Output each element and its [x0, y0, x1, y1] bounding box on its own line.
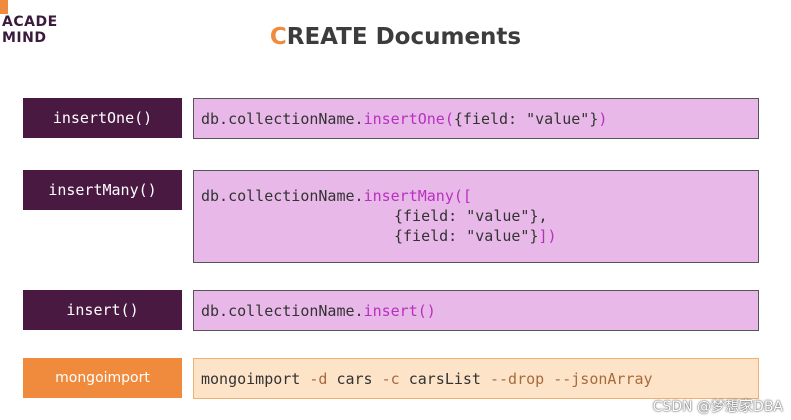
- slide-title: CREATE Documents: [0, 24, 791, 50]
- code-json-flag: --jsonArray: [553, 370, 653, 388]
- code-command: mongoimport: [201, 370, 310, 388]
- code-close: ]): [538, 227, 557, 245]
- code-method: insertMany([: [363, 187, 472, 205]
- code-line-2: {field: "value"},: [201, 206, 758, 226]
- code-db: cars: [327, 370, 382, 388]
- code-method: insert(): [363, 302, 436, 320]
- title-first-letter: C: [269, 24, 287, 50]
- code-close: ): [598, 110, 608, 128]
- code-line-1: db.collectionName.insertMany([: [201, 186, 758, 206]
- code-arg-1: {field: "value"},: [394, 207, 548, 225]
- code-collection: carsList: [399, 370, 490, 388]
- code-arg-2: {field: "value"}: [394, 227, 539, 245]
- code-c-flag: -c: [381, 370, 400, 388]
- logo-accent-bar: [0, 0, 8, 14]
- code-prefix: db.collectionName.: [201, 110, 364, 128]
- code-line-3: {field: "value"}]): [201, 226, 758, 246]
- code-d-flag: -d: [309, 370, 328, 388]
- label-insertone: insertOne(): [23, 98, 182, 138]
- code-prefix: db.collectionName.: [201, 302, 364, 320]
- code-line: mongoimport -d cars -c carsList --drop -…: [201, 369, 758, 389]
- code-prefix: db.collectionName.: [201, 187, 364, 205]
- label-insertmany: insertMany(): [23, 170, 182, 210]
- label-insert: insert(): [23, 290, 182, 330]
- code-insertone: db.collectionName.insertOne({field: "val…: [193, 98, 759, 139]
- code-method: insertOne(: [363, 110, 454, 128]
- code-insertmany: db.collectionName.insertMany([{field: "v…: [193, 170, 759, 263]
- csdn-watermark: CSDN @梦想家DBA: [652, 399, 783, 415]
- code-mongoimport: mongoimport -d cars -c carsList --drop -…: [193, 358, 759, 399]
- title-rest: REATE Documents: [286, 24, 522, 50]
- code-insert: db.collectionName.insert(): [193, 290, 759, 331]
- code-line: db.collectionName.insert(): [201, 301, 758, 321]
- code-drop-flag: --drop: [490, 370, 545, 388]
- code-line: db.collectionName.insertOne({field: "val…: [201, 109, 758, 129]
- code-args: {field: "value"}: [453, 110, 599, 128]
- label-mongoimport: mongoimport: [23, 358, 182, 398]
